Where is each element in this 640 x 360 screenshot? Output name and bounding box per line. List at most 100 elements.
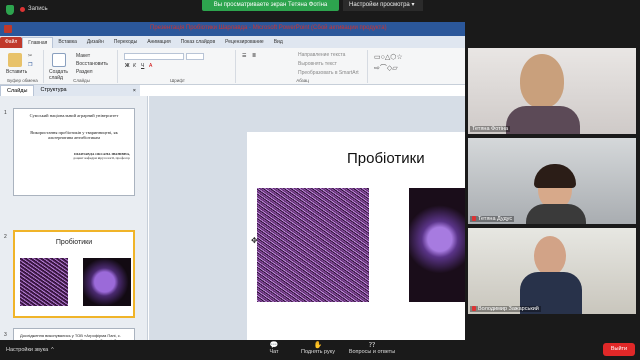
participant-3-face bbox=[534, 236, 566, 276]
bullets-icon[interactable]: ☰ bbox=[242, 53, 246, 59]
slide-number-3: 3 bbox=[4, 332, 7, 338]
chevron-down-icon: ▾ bbox=[411, 2, 415, 8]
chevron-up-icon[interactable]: ^ bbox=[51, 347, 54, 353]
bacteria-image-1[interactable] bbox=[257, 188, 369, 302]
participant-2-body bbox=[526, 204, 586, 224]
align-text-button[interactable]: Выровнять текст bbox=[298, 61, 337, 67]
slide-title[interactable]: Пробіотики bbox=[347, 150, 425, 167]
tab-insert[interactable]: Вставка bbox=[53, 37, 82, 48]
clipboard-group: Вставить ✂ ❐ Буфер обмена bbox=[2, 50, 44, 83]
participant-1-face bbox=[520, 54, 564, 108]
qa-button[interactable]: ⁇ Вопросы и ответы bbox=[344, 341, 400, 355]
tab-outline[interactable]: Структура bbox=[34, 85, 72, 96]
qa-icon: ⁇ bbox=[368, 342, 376, 349]
audio-settings-button[interactable]: Настройки звука bbox=[6, 347, 48, 353]
ribbon-tabs: Файл Главная Вставка Дизайн Переходы Ани… bbox=[0, 36, 465, 48]
tab-design[interactable]: Дизайн bbox=[82, 37, 109, 48]
section-button[interactable]: Раздел bbox=[76, 69, 93, 75]
font-name-select[interactable] bbox=[124, 53, 184, 60]
qa-label: Вопросы и ответы bbox=[348, 349, 396, 355]
record-dot-icon bbox=[20, 6, 25, 12]
participant-name-1: Тетяна Фотіна bbox=[470, 126, 511, 132]
paste-button[interactable]: Вставить bbox=[6, 69, 27, 75]
view-options-button[interactable]: Настройки просмотра ▾ bbox=[343, 0, 423, 11]
tab-view[interactable]: Вид bbox=[269, 37, 288, 48]
zoom-top-bar: Запись Вы просматриваете экран Тетяна Фо… bbox=[0, 0, 640, 22]
thumb1-university: Сумський національний аграрний університ… bbox=[29, 113, 119, 118]
font-group-label: Шрифт bbox=[170, 78, 185, 83]
slide-thumbnail-2[interactable]: Пробіотики bbox=[13, 230, 135, 318]
reset-button[interactable]: Восстановить bbox=[76, 61, 108, 67]
slide-panel-tabs: Слайды Структура × bbox=[0, 85, 140, 96]
powerpoint-window: Презентація Пробіотики Шарлавда - Micros… bbox=[0, 22, 465, 340]
shapes-icon[interactable]: ▭○△⬡☆ bbox=[374, 53, 403, 61]
paragraph-group: ☰ ≣ Направление текста Выровнять текст П… bbox=[238, 50, 368, 83]
close-panel-icon[interactable]: × bbox=[133, 88, 136, 94]
tab-animation[interactable]: Анимация bbox=[142, 37, 175, 48]
slides-group-label: Слайды bbox=[73, 78, 90, 83]
clipboard-group-label: Буфер обмена bbox=[7, 78, 38, 83]
new-slide-icon[interactable] bbox=[52, 53, 66, 67]
font-color-icon[interactable]: A bbox=[149, 63, 152, 69]
tab-transitions[interactable]: Переходы bbox=[109, 37, 142, 48]
slide-editor: Пробіотики ✥ bbox=[149, 96, 465, 340]
font-size-select[interactable] bbox=[186, 53, 204, 60]
bacteria-image-2[interactable] bbox=[409, 188, 465, 302]
participant-1-body bbox=[506, 106, 580, 134]
recording-indicator[interactable]: Запись bbox=[20, 6, 48, 12]
tab-file[interactable]: Файл bbox=[0, 37, 23, 48]
thumb2-bacteria-image-2 bbox=[83, 258, 131, 306]
thumb1-topic: Використання пробіотиків у тваринництві,… bbox=[30, 130, 118, 140]
raise-hand-button[interactable]: ✋ Поднять руку bbox=[292, 341, 344, 355]
hand-icon: ✋ bbox=[313, 342, 323, 349]
bold-icon[interactable]: Ж bbox=[125, 63, 130, 69]
thumb1-author-role: доцент кафедри вірусології, професор bbox=[73, 156, 130, 160]
tab-review[interactable]: Рецензирование bbox=[220, 37, 269, 48]
thumb2-title: Пробіотики bbox=[55, 239, 93, 246]
font-group: Ж К Ч A Шрифт bbox=[120, 50, 236, 83]
chat-icon: 💬 bbox=[269, 342, 279, 349]
thumb2-bacteria-image-1 bbox=[20, 258, 68, 306]
participant-name-3: Володимир Зажарський bbox=[478, 306, 539, 312]
slide-thumbnail-3[interactable]: Дослідження виконувались у ТОВ «Агрофірм… bbox=[13, 328, 135, 340]
current-slide[interactable]: Пробіотики bbox=[247, 132, 465, 340]
tab-slides[interactable]: Слайды bbox=[0, 85, 35, 96]
raise-hand-label: Поднять руку bbox=[301, 349, 335, 355]
slide-number-1: 1 bbox=[4, 110, 7, 116]
shapes-row2-icon[interactable]: ⇨⌒◇▱ bbox=[374, 63, 398, 73]
paragraph-group-label: Абзац bbox=[296, 78, 309, 83]
tab-home[interactable]: Главная bbox=[22, 37, 54, 48]
participant-name-2-wrap: Тетяна Дудус bbox=[470, 216, 515, 222]
move-cursor-icon: ✥ bbox=[251, 236, 258, 245]
mic-muted-icon bbox=[472, 216, 476, 222]
italic-icon[interactable]: К bbox=[133, 63, 136, 69]
cut-icon[interactable]: ✂ bbox=[28, 53, 32, 59]
participant-video-1[interactable]: Тетяна Фотіна bbox=[468, 48, 636, 134]
share-banner: Вы просматриваете экран Тетяна Фотіна bbox=[202, 0, 339, 11]
slide-thumbnail-1[interactable]: Сумський національний аграрний університ… bbox=[13, 108, 135, 196]
copy-icon[interactable]: ❐ bbox=[28, 62, 32, 68]
underline-icon[interactable]: Ч bbox=[141, 63, 144, 69]
participant-video-3[interactable]: Володимир Зажарський bbox=[468, 228, 636, 314]
layout-button[interactable]: Макет bbox=[76, 53, 90, 59]
slides-group: Создать слайд Макет Восстановить Раздел … bbox=[46, 50, 118, 83]
chat-button[interactable]: 💬 Чат bbox=[262, 341, 286, 355]
shield-icon bbox=[6, 5, 14, 15]
tab-slideshow[interactable]: Показ слайдов bbox=[176, 37, 220, 48]
participant-video-2[interactable]: Тетяна Дудус bbox=[468, 138, 636, 224]
drawing-group: ▭○△⬡☆ ⇨⌒◇▱ bbox=[370, 50, 462, 83]
thumb1-author: ШАРЛАВДА ОКСАНА ІВАНІВНА, bbox=[74, 152, 130, 156]
leave-button[interactable]: Выйти bbox=[603, 343, 635, 356]
paste-icon[interactable] bbox=[8, 53, 22, 67]
numbering-icon[interactable]: ≣ bbox=[252, 53, 256, 59]
chat-label: Чат bbox=[269, 349, 279, 355]
slide-thumbnails-panel: 1 Сумський національний аграрний універс… bbox=[0, 96, 148, 340]
text-direction-button[interactable]: Направление текста bbox=[298, 52, 345, 58]
thumb3-text: Дослідження виконувались у ТОВ «Агрофірм… bbox=[20, 333, 121, 340]
participant-name-2: Тетяна Дудус bbox=[478, 216, 513, 222]
smartart-button[interactable]: Преобразовать в SmartArt bbox=[298, 70, 359, 76]
ribbon: Вставить ✂ ❐ Буфер обмена Создать слайд … bbox=[0, 48, 465, 85]
participant-2-hair bbox=[534, 164, 576, 188]
mic-muted-icon bbox=[472, 306, 476, 312]
window-title: Презентація Пробіотики Шарлавда - Micros… bbox=[150, 25, 387, 31]
